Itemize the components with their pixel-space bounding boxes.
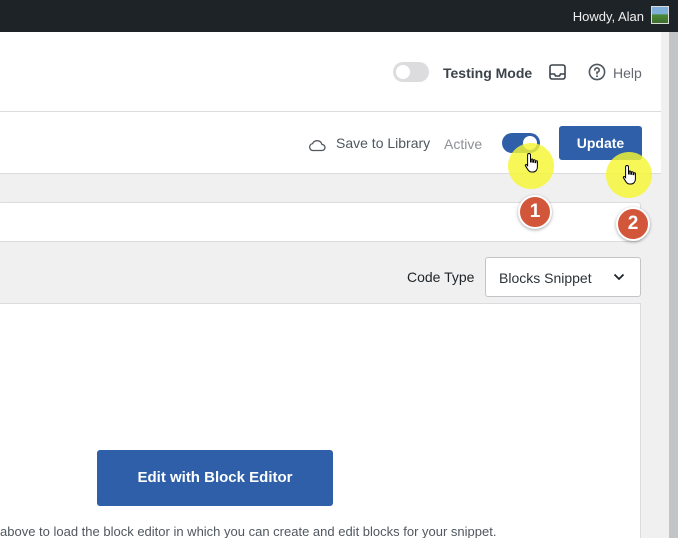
howdy-greeting[interactable]: Howdy, Alan xyxy=(573,9,644,24)
help-link[interactable]: Help xyxy=(613,65,642,81)
avatar[interactable] xyxy=(651,6,669,24)
code-type-selected-value: Blocks Snippet xyxy=(499,270,592,286)
testing-mode-toggle[interactable] xyxy=(393,62,429,82)
code-type-select[interactable]: Blocks Snippet xyxy=(485,257,641,297)
step-badge-2: 2 xyxy=(616,207,650,241)
help-icon[interactable] xyxy=(588,63,606,81)
top-header-bar xyxy=(0,32,678,112)
cloud-icon xyxy=(309,140,326,152)
editor-help-text: above to load the block editor in which … xyxy=(0,524,497,538)
hand-cursor-icon xyxy=(524,152,538,173)
save-to-library-link[interactable]: Save to Library xyxy=(336,135,430,151)
code-type-label: Code Type xyxy=(407,269,475,285)
scrollbar-thumb[interactable] xyxy=(669,32,678,538)
edit-with-block-editor-button[interactable]: Edit with Block Editor xyxy=(97,450,333,506)
admin-bar: Howdy, Alan xyxy=(0,0,678,32)
inbox-icon[interactable] xyxy=(549,64,566,80)
toggle-knob xyxy=(396,65,410,79)
active-status-label: Active xyxy=(444,136,483,152)
step-badge-1: 1 xyxy=(518,195,552,229)
hand-cursor-icon xyxy=(622,164,636,185)
testing-mode-label: Testing Mode xyxy=(443,65,533,81)
chevron-down-icon xyxy=(613,273,625,281)
